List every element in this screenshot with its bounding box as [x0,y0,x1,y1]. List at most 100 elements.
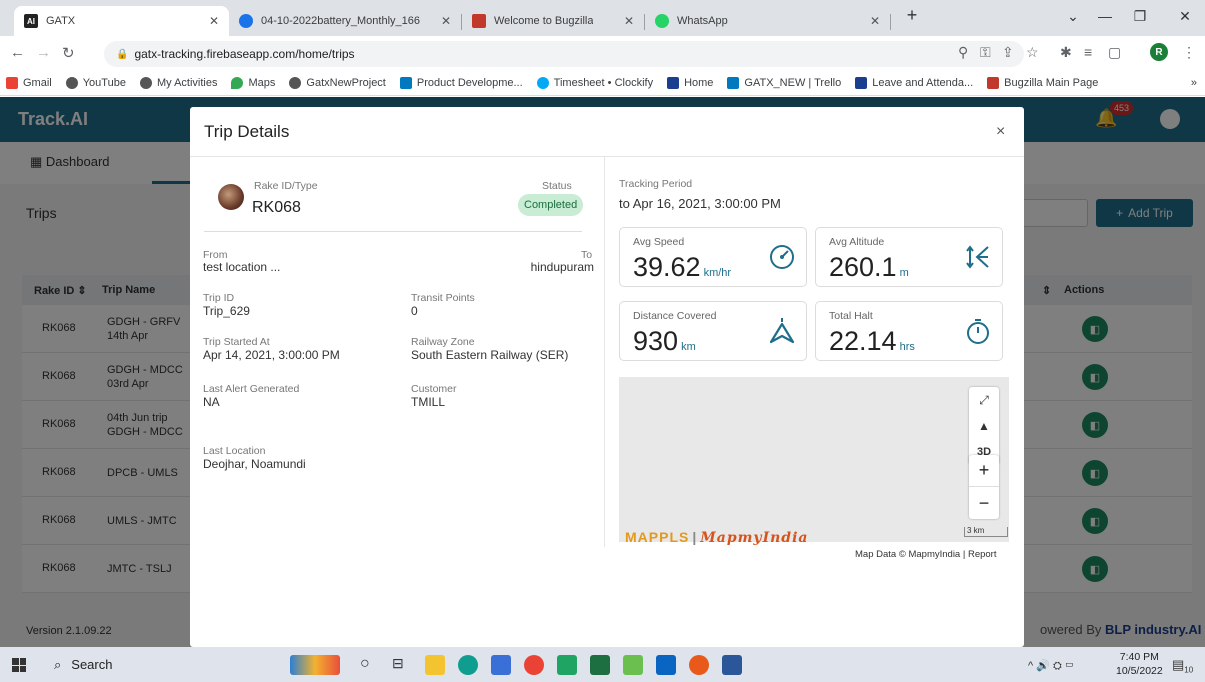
bookmark-label: Bugzilla Main Page [1004,76,1099,89]
restore-button[interactable]: ❐ [1125,8,1155,25]
modal-title: Trip Details [204,122,290,141]
bookmark-star-icon[interactable]: ☆ [1026,44,1039,61]
close-tab-icon[interactable]: ✕ [624,14,634,28]
clock-time: 7:40 PM [1119,651,1159,663]
system-tray[interactable]: ^ 🔊 ⛭ ▭ [1028,659,1074,673]
compass-icon[interactable]: ▲ [969,413,999,439]
file-explorer-icon[interactable] [425,655,445,675]
task-view-icon[interactable]: ○ [360,655,380,675]
transit-label: Transit Points [411,292,475,304]
total-halt-card: Total Halt 22.14 hrs [815,301,1003,361]
close-icon[interactable]: × [996,123,1005,141]
bookmark-home[interactable]: Home [667,76,713,89]
url-text: gatx-tracking.firebaseapp.com/home/trips [134,47,355,61]
excel-icon[interactable] [590,655,610,675]
mapmyindia-text: MapmyIndia [700,530,809,546]
avg-speed-card: Avg Speed 39.62 km/hr [619,227,807,287]
url-field[interactable]: 🔒 gatx-tracking.firebaseapp.com/home/tri… [104,41,1024,67]
fullscreen-icon[interactable]: ⤢ [969,387,999,413]
reading-list-icon[interactable]: ≡ [1084,44,1092,60]
bookmark-my-activities[interactable]: My Activities [139,76,218,89]
tab-separator [890,14,891,30]
stat-number: 260.1 [829,252,897,282]
tab-search-icon[interactable]: ⌄ [1058,8,1088,25]
stat-value: 39.62 km/hr [633,252,731,283]
navigation-arrow-icon [769,318,795,344]
close-window-button[interactable]: ✕ [1170,8,1200,25]
bookmark-clockify[interactable]: Timesheet • Clockify [536,76,653,89]
minimize-button[interactable]: — [1090,8,1120,24]
bookmark-gatxnewproject[interactable]: GatxNewProject [289,76,386,89]
clockify-icon [536,76,549,89]
location-icon[interactable]: ⚲ [958,44,968,61]
stat-label: Total Halt [829,310,873,322]
gatx-favicon-icon: AI [24,14,38,28]
menu-dots-icon[interactable]: ⋮ [1182,44,1196,61]
notification-count: 10 [1184,665,1194,675]
outlook-icon[interactable] [656,655,676,675]
green-app-icon[interactable] [557,655,577,675]
trello-icon [399,76,412,89]
bookmark-youtube[interactable]: YouTube [65,76,126,89]
zoom-in-button[interactable]: + [969,455,999,487]
bookmarks-bar: Gmail YouTube My Activities Maps GatxNew… [0,70,1205,96]
bookmarks-more[interactable]: » [1191,77,1197,89]
bookmark-label: My Activities [156,76,218,89]
close-tab-icon[interactable]: ✕ [441,14,451,28]
bookmark-gatx-trello[interactable]: GATX_NEW | Trello [727,76,841,89]
lock-icon: 🔒 [116,48,129,60]
bookmark-maps[interactable]: Maps [231,76,275,89]
bookmark-leave-attendance[interactable]: Leave and Attenda... [855,76,974,89]
extensions-icon[interactable]: ✱ [1060,44,1072,61]
taskbar-clock[interactable]: 7:40 PM 10/5/2022 [1116,650,1163,678]
firefox-icon[interactable] [689,655,709,675]
blp-icon [667,76,680,89]
bugzilla-favicon-icon [472,14,486,28]
chrome-icon[interactable] [524,655,544,675]
bookmark-bugzilla[interactable]: Bugzilla Main Page [987,76,1099,89]
taskbar-search[interactable]: ⌕ Search [48,647,268,682]
globe-icon [65,76,78,89]
transit-value: 0 [411,304,418,318]
distance-card: Distance Covered 930 km [619,301,807,361]
bookmark-label: Leave and Attenda... [872,76,974,89]
windows-start-icon[interactable] [12,658,26,672]
edge-icon[interactable] [458,655,478,675]
stat-label: Avg Altitude [829,236,885,248]
mappls-text: MAPPLS [625,529,690,545]
image-viewer-icon[interactable] [623,655,643,675]
notification-center-icon[interactable]: ▤10 [1172,657,1193,675]
bookmark-product-development[interactable]: Product Developme... [399,76,523,89]
search-icon: ⌕ [54,656,62,672]
alert-value: NA [203,395,220,409]
word-icon[interactable] [722,655,742,675]
rake-value: RK068 [252,199,301,216]
trip-map[interactable]: ⤢ ▲ 3D + − MAPPLS | MapmyIndia 3 km [619,377,1009,546]
whatsapp-favicon-icon [655,14,669,28]
widgets-icon[interactable]: ⊟ [392,655,412,675]
new-tab-button[interactable]: + [897,5,927,26]
side-panel-icon[interactable]: ▢ [1108,44,1121,61]
bookmark-gmail[interactable]: Gmail [6,76,52,89]
close-tab-icon[interactable]: ✕ [209,14,219,28]
key-icon[interactable]: ⚿ [980,44,991,61]
bugzilla-icon [987,76,1000,89]
close-tab-icon[interactable]: ✕ [870,14,880,28]
map-view-controls: ⤢ ▲ 3D [969,387,999,465]
browser-tab-whatsapp[interactable]: WhatsApp ✕ [645,6,890,36]
browser-tab-bugzilla[interactable]: Welcome to Bugzilla ✕ [462,6,644,36]
back-icon[interactable]: ← [10,44,25,61]
reload-icon[interactable]: ↻ [62,44,75,62]
rake-label: Rake ID/Type [254,180,318,192]
location-label: Last Location [203,445,266,457]
share-icon[interactable]: ⇪ [1002,44,1014,61]
forward-icon[interactable]: → [36,44,51,61]
store-icon[interactable] [491,655,511,675]
zoom-out-button[interactable]: − [969,487,999,519]
map-attribution[interactable]: Map Data © MapmyIndia | Report [855,549,996,560]
browser-tab-battery[interactable]: 04-10-2022battery_Monthly_166 ✕ [229,6,461,36]
profile-avatar[interactable]: R [1150,43,1168,61]
search-highlight-icon[interactable] [290,655,340,675]
map-brand-logo[interactable]: MAPPLS | MapmyIndia [625,529,808,546]
browser-tab-gatx[interactable]: AI GATX ✕ [14,6,229,36]
